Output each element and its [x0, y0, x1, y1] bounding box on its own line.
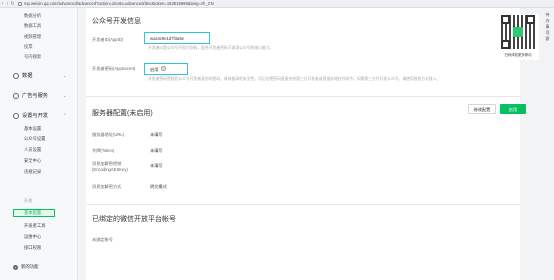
plus-icon: + [13, 264, 18, 270]
sidebar-item-basic-config[interactable]: 基本配置 [13, 209, 55, 217]
reload-icon[interactable]: ↻ [10, 1, 15, 7]
sidebar: 数据分析 数据工具 视频管理 投票 号内搜索 数据 ⌄ 广告与服务 ⌄ 设置与开… [0, 8, 78, 280]
server-config-title: 服务器配置(未启用) [92, 110, 153, 117]
right-tools: 待 办 事 项 客 [541, 12, 554, 42]
aeskey-label: 消息加解密密钥 (EncodingAESKey) [92, 161, 128, 172]
server-url-value: 未填写 [150, 132, 163, 137]
sidebar-section-label: 广告与服务 [22, 93, 48, 99]
wechat-logo-icon [513, 27, 523, 37]
unbound-account-label: 未绑定帐号 [92, 237, 113, 242]
sidebar-item-violations[interactable]: 违规记录 [24, 169, 41, 175]
sidebar-item-api-permissions[interactable]: 接口权限 [24, 245, 41, 251]
new-features-label: 新的功能 [21, 264, 39, 269]
appid-value[interactable]: wxa4c9e1d7f3a5e [150, 36, 184, 41]
token-label: 令牌(Token) [92, 148, 115, 153]
sidebar-item-search[interactable]: 号内搜索 [24, 54, 41, 60]
address-bar[interactable]: mp.weixin.qq.com/advanced/advanced?actio… [24, 1, 214, 6]
new-features-link[interactable]: + 新的功能 [13, 264, 39, 270]
sidebar-item-data-tools[interactable]: 数据工具 [24, 23, 41, 29]
chevron-down-icon: ⌄ [63, 72, 67, 78]
appsecret-enable-link[interactable]: 启用 [150, 67, 158, 73]
sidebar-section-label: 数据 [22, 73, 33, 79]
section-divider [86, 204, 520, 205]
token-value: 未填写 [150, 148, 163, 153]
sidebar-item-vote[interactable]: 投票 [24, 44, 33, 50]
appsecret-label: 开发者密码(AppSecret) [92, 66, 136, 71]
qr-finder [526, 15, 535, 24]
chevron-up-icon: ⌃ [63, 112, 67, 118]
sidebar-section-label: 设置与开发 [22, 113, 48, 119]
appid-hint: 开发者ID是公众号开发识别码，配合开发者密码可调用公众号的接口能力。 [148, 46, 274, 50]
help-icon[interactable]: ? [161, 66, 166, 71]
qr-caption: 扫码体验更多移动 [504, 53, 532, 57]
enable-button[interactable]: 启用 [500, 104, 526, 114]
modify-config-button[interactable]: 修改配置 [468, 104, 496, 114]
qr-finder [501, 40, 510, 49]
sidebar-item-video[interactable]: 视频管理 [24, 34, 41, 40]
encrypt-mode-label: 消息加解密方式 [92, 184, 122, 189]
sidebar-item-account-settings[interactable]: 公众号设置 [24, 136, 45, 142]
qr-code-image [501, 15, 535, 49]
sidebar-category-dev: 开发 [24, 198, 33, 203]
ads-icon [13, 92, 19, 99]
encrypt-mode-value: 明文模式 [150, 184, 167, 189]
browser-toolbar: ‹ › ↻ mp.weixin.qq.com/advanced/advanced… [0, 0, 554, 8]
qr-finder [501, 15, 510, 24]
sidebar-item-people[interactable]: 人员设置 [24, 147, 41, 153]
section-divider [86, 96, 520, 97]
sidebar-item-basic-settings[interactable]: 基本设置 [24, 126, 41, 132]
qr-code-widget: 扫码体验更多移动 [497, 14, 539, 60]
sidebar-item-security[interactable]: 安全中心 [24, 158, 41, 164]
lock-icon [18, 1, 22, 6]
appsecret-hint: 开发者密码是校验公众号开发者身份的密码，具有极高的安全性。切记勿把密码直接交给第… [148, 77, 441, 81]
main-panel: 公众号开发信息 开发者ID(AppID) wxa4c9e1d7f3a5e 开发者… [86, 8, 526, 280]
sidebar-item-analytics[interactable]: 数据分析 [24, 13, 41, 19]
server-url-label: 服务器地址(URL) [92, 132, 125, 137]
sidebar-section-ads[interactable]: 广告与服务 ⌄ [13, 92, 67, 99]
sidebar-section-settings[interactable]: 设置与开发 ⌃ [13, 112, 67, 119]
dev-info-title: 公众号开发信息 [92, 18, 141, 25]
chevron-down-icon: ⌄ [63, 92, 67, 98]
chart-icon [13, 72, 19, 79]
open-platform-title: 已绑定的微信开放平台帐号 [92, 216, 176, 223]
right-tool-char[interactable]: 客 [541, 36, 554, 42]
gear-icon [13, 112, 19, 119]
aeskey-value: 未填写 [150, 163, 163, 168]
appid-label: 开发者ID(AppID) [92, 37, 124, 42]
sidebar-item-dev-tools[interactable]: 开发者工具 [24, 223, 45, 229]
sidebar-item-ops-center[interactable]: 运维中心 [24, 234, 41, 240]
sidebar-section-data[interactable]: 数据 ⌄ [13, 72, 67, 79]
